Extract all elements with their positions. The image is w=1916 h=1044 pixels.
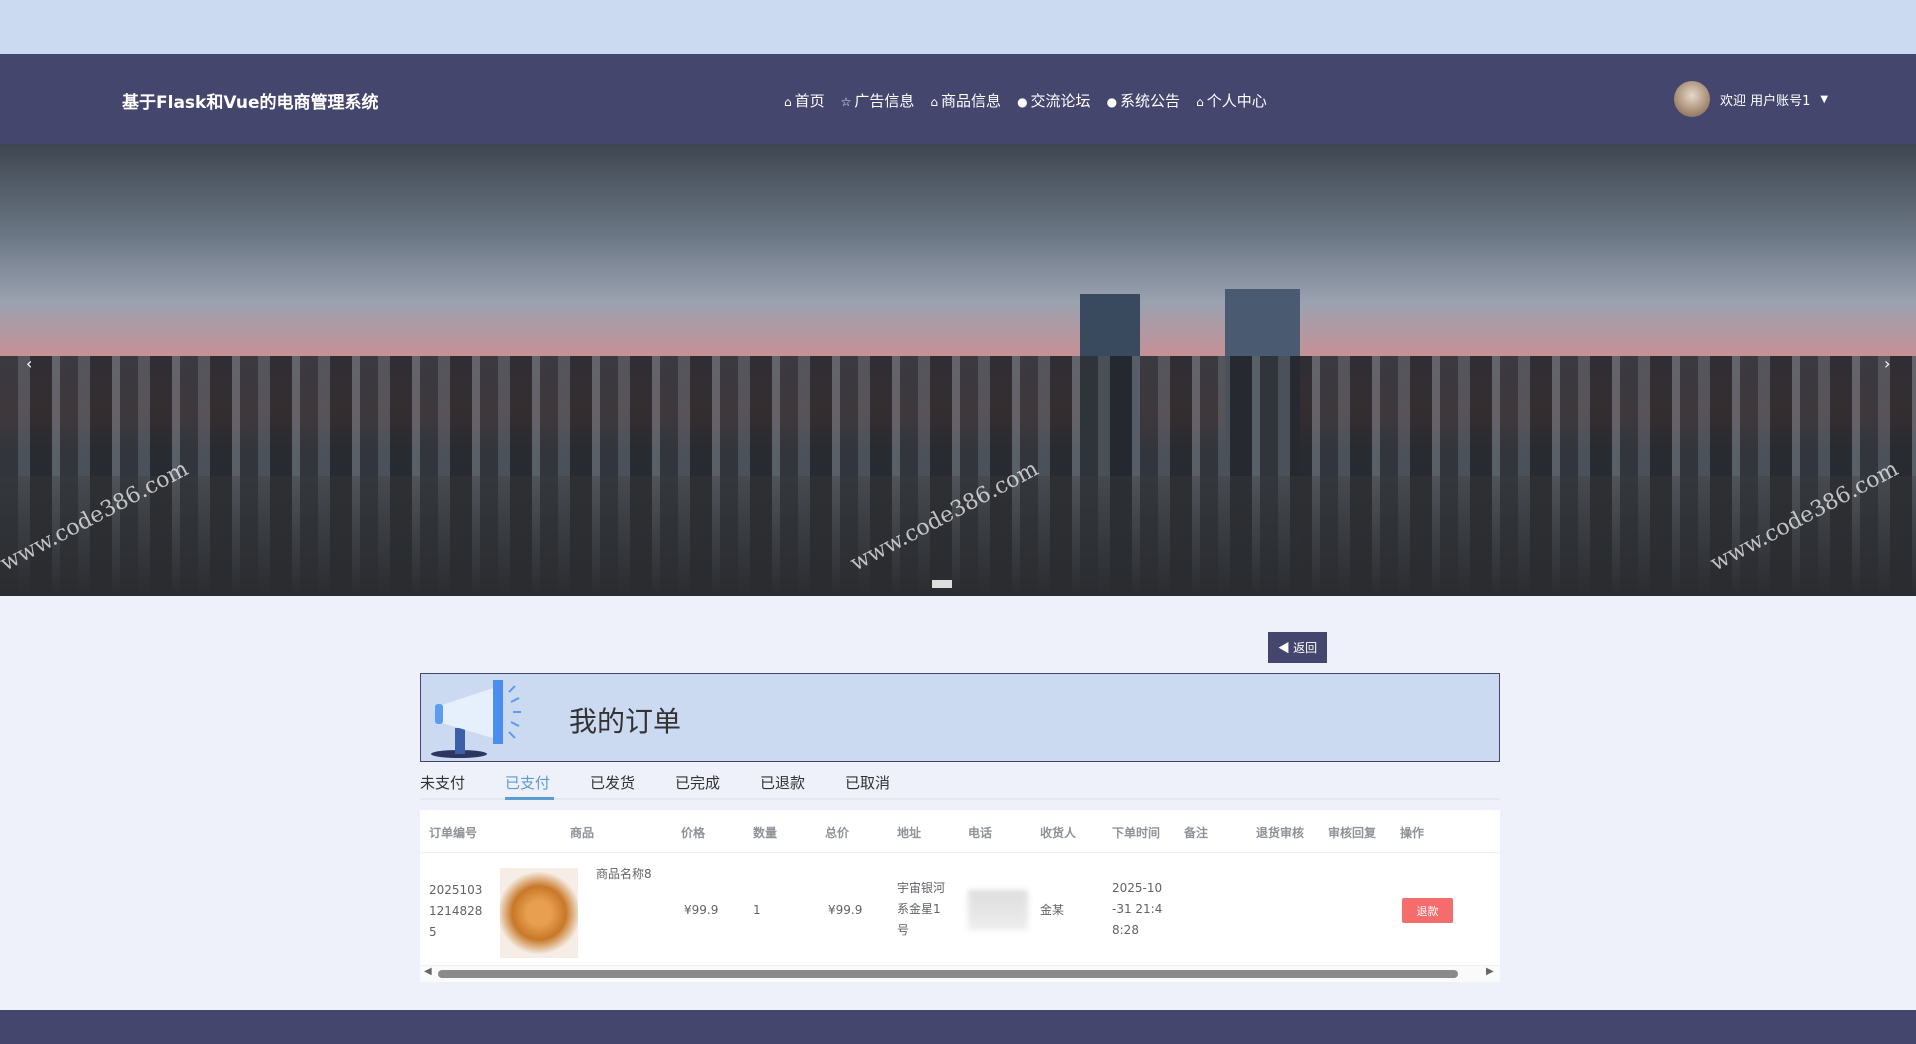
- product-image: [500, 868, 578, 958]
- home-icon: ⌂: [1196, 95, 1204, 109]
- price: ¥99.9: [684, 903, 719, 917]
- menu-label: 首页: [794, 92, 825, 110]
- page-title: 我的订单: [569, 705, 682, 738]
- menu-label: 系统公告: [1120, 92, 1181, 110]
- address: 宇宙银河系金星1号: [897, 881, 946, 937]
- tab-unpaid[interactable]: 未支付: [420, 770, 505, 798]
- order-number: 20251031214828​5: [429, 883, 483, 939]
- menu-item-home[interactable]: ⌂ 首页: [784, 90, 825, 111]
- menu-item-products[interactable]: ⌂ 商品信息: [930, 90, 1001, 111]
- carousel-indicator[interactable]: [932, 580, 952, 588]
- menu-label: 交流论坛: [1030, 92, 1091, 110]
- menu-label: 商品信息: [941, 92, 1002, 110]
- page-header: 我的订单: [420, 673, 1500, 762]
- column-header: 商品: [570, 826, 595, 840]
- menu-label: 广告信息: [854, 92, 915, 110]
- refund-button[interactable]: 退款: [1402, 898, 1453, 923]
- total: ¥99.9: [828, 903, 863, 917]
- recipient: 金某: [1040, 903, 1065, 917]
- main-menu: ⌂ 首页 ☆ 广告信息 ⌂ 商品信息 ● 交流论坛 ● 系统公告 ⌂ 个人中心: [784, 90, 1267, 111]
- user-greeting: 欢迎 用户账号1: [1720, 93, 1811, 109]
- avatar: [1674, 81, 1710, 117]
- bag-icon: ⌂: [930, 95, 939, 109]
- info-icon: ●: [1017, 95, 1028, 109]
- column-header: 退货审核: [1256, 826, 1305, 840]
- tab-completed[interactable]: 已完成: [675, 770, 760, 798]
- prev-arrow-icon[interactable]: ‹: [26, 354, 32, 373]
- column-header: 电话: [968, 826, 993, 840]
- column-header: 审核回复: [1328, 826, 1377, 840]
- column-header: 数量: [753, 826, 778, 840]
- scroll-left-icon[interactable]: ◀: [424, 966, 432, 977]
- menu-item-profile[interactable]: ⌂ 个人中心: [1196, 90, 1267, 111]
- menu-item-notice[interactable]: ● 系统公告: [1107, 90, 1181, 111]
- megaphone-icon: [431, 680, 521, 758]
- navbar: 基于Flask和Vue的电商管理系统 ⌂ 首页 ☆ 广告信息 ⌂ 商品信息 ● 交流论坛…: [0, 54, 1916, 144]
- tab-refunded[interactable]: 已退款: [760, 770, 845, 798]
- user-menu[interactable]: 欢迎 用户账号1 ▼: [1674, 81, 1828, 117]
- order-time: 2025-10-31 21:48:28: [1112, 881, 1163, 937]
- table-header: 订单编号 商品 价格 数量 总价 地址 电话 收货人 下单时间 备注 退货审核 …: [420, 810, 1500, 853]
- column-header: 备注: [1184, 826, 1209, 840]
- tab-shipped[interactable]: 已发货: [590, 770, 675, 798]
- phone-blurred: [968, 890, 1028, 930]
- horizontal-scrollbar[interactable]: ◀ ▶: [420, 966, 1500, 982]
- scroll-right-icon[interactable]: ▶: [1486, 966, 1494, 977]
- tab-paid[interactable]: 已支付: [505, 770, 590, 800]
- order-status-tabs: 未支付 已支付 已发货 已完成 已退款 已取消: [420, 770, 1500, 800]
- product-name: 商品名称8: [596, 867, 652, 881]
- next-arrow-icon[interactable]: ›: [1884, 354, 1890, 373]
- menu-label: 个人中心: [1206, 92, 1267, 110]
- column-header: 订单编号: [429, 826, 478, 840]
- home-icon: ⌂: [784, 95, 792, 109]
- site-title: 基于Flask和Vue的电商管理系统: [122, 93, 379, 113]
- column-header: 总价: [825, 826, 850, 840]
- banner-carousel: www.code386.com www.code386.com www.code…: [0, 144, 1916, 596]
- tab-cancelled[interactable]: 已取消: [845, 770, 930, 798]
- orders-table: 订单编号 商品 价格 数量 总价 地址 电话 收货人 下单时间 备注 退货审核 …: [420, 810, 1500, 965]
- caret-down-icon: ▼: [1820, 93, 1829, 105]
- column-header: 地址: [897, 826, 922, 840]
- top-band: [0, 0, 1916, 54]
- back-button[interactable]: ◀ 返回: [1268, 632, 1327, 663]
- scrollbar-thumb[interactable]: [438, 970, 1458, 978]
- column-header: 收货人: [1040, 826, 1077, 840]
- column-header: 下单时间: [1112, 826, 1161, 840]
- column-header: 价格: [681, 826, 706, 840]
- menu-item-ads[interactable]: ☆ 广告信息: [841, 90, 915, 111]
- quantity: 1: [753, 903, 761, 917]
- menu-item-forum[interactable]: ● 交流论坛: [1017, 90, 1091, 111]
- footer: [0, 1010, 1916, 1044]
- question-icon: ●: [1106, 95, 1118, 109]
- star-icon: ☆: [840, 95, 852, 109]
- column-header: 操作: [1400, 826, 1425, 840]
